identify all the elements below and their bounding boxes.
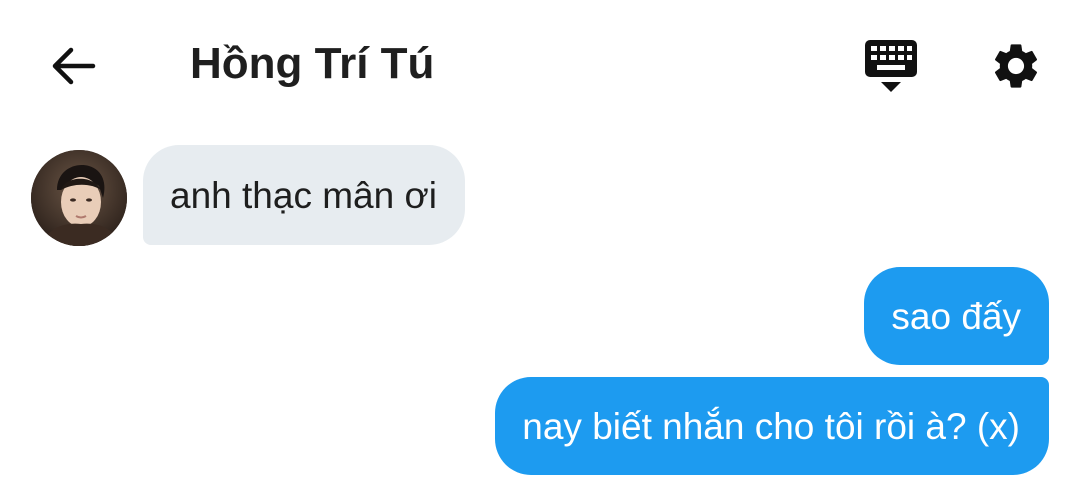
settings-button[interactable] [984,34,1048,98]
avatar[interactable] [31,150,127,246]
chat-header: Hồng Trí Tú [0,0,1080,126]
message-bubble-outgoing: nay biết nhắn cho tôi rồi à? (x) [495,377,1049,475]
contact-name: Hồng Trí Tú [190,39,435,88]
keyboard-toggle-button[interactable] [860,36,922,96]
arrow-left-icon [52,47,96,85]
keyboard-hide-icon [865,40,917,92]
gear-icon [994,44,1038,88]
back-button[interactable] [44,36,104,96]
message-bubble-incoming: anh thạc mân ơi [143,145,465,245]
message-bubble-outgoing: sao đấy [864,267,1049,365]
avatar-photo [31,150,127,246]
